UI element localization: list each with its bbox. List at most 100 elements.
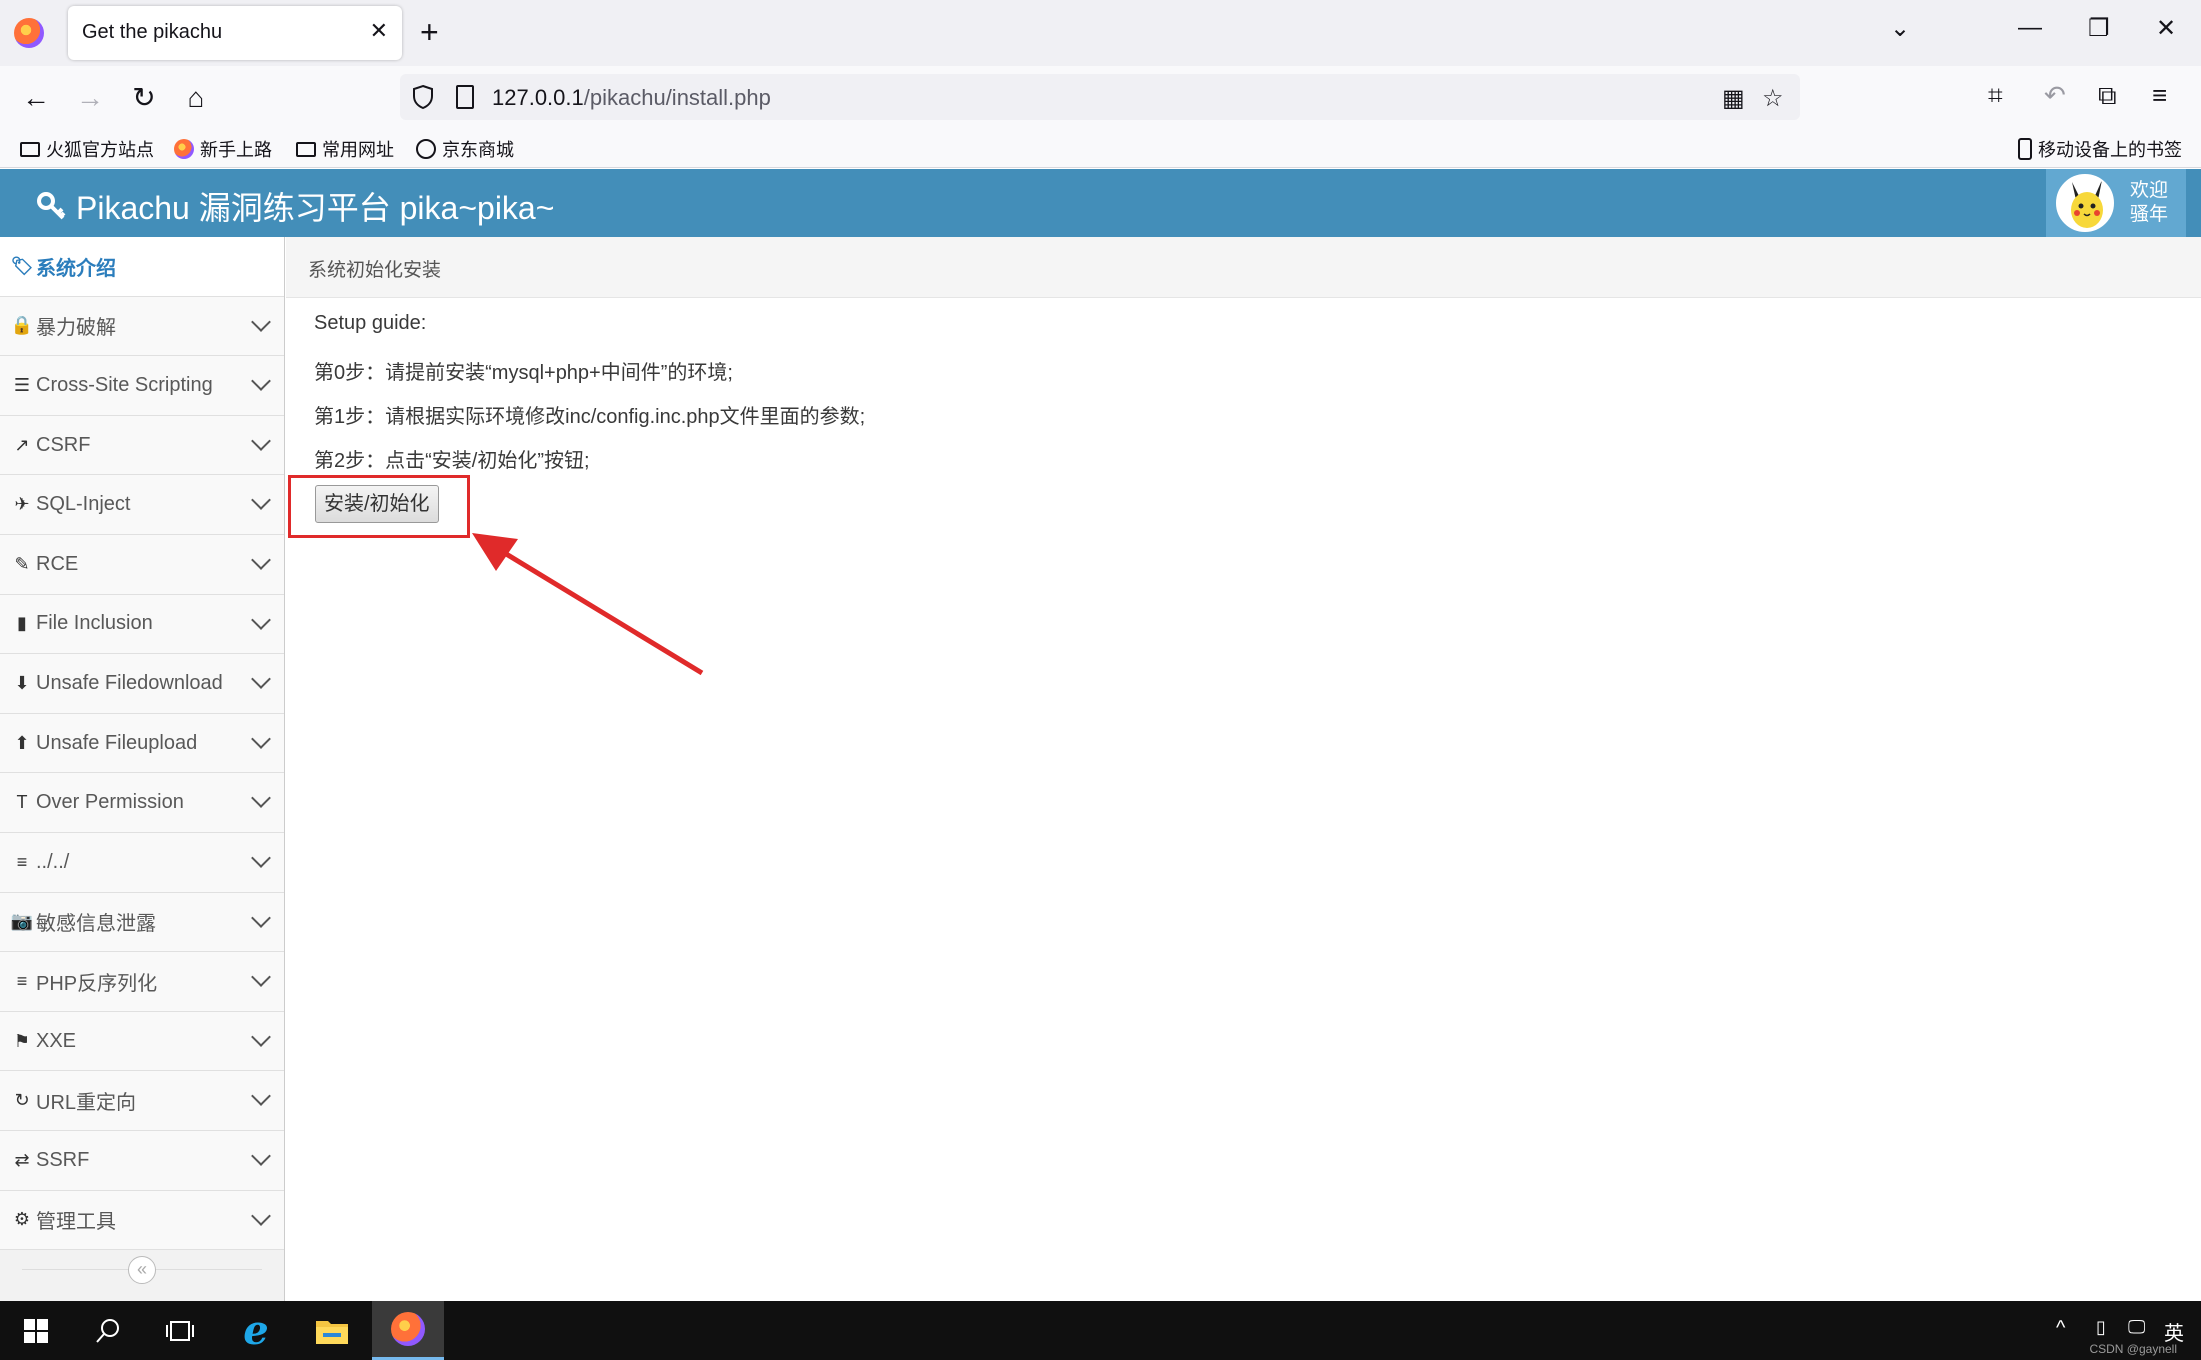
sidebar-item-fileupload[interactable]: ⬆ Unsafe Fileupload xyxy=(0,713,284,774)
close-window-button[interactable]: ✕ xyxy=(2156,14,2176,43)
sidebar-item-label: 暴力破解 xyxy=(36,317,116,340)
network-icon[interactable]: 🖵 xyxy=(2128,1317,2145,1338)
chevron-down-icon xyxy=(251,490,271,511)
chevron-down-icon xyxy=(251,550,271,570)
sidebar-item-label: 系统介绍 xyxy=(36,257,116,280)
key-icon xyxy=(37,192,66,220)
file-explorer-button[interactable] xyxy=(296,1301,368,1360)
bookmark-item[interactable]: 京东商城 xyxy=(416,136,514,162)
chevron-down-icon xyxy=(251,1026,271,1047)
qr-code-icon[interactable]: ▦ xyxy=(1722,84,1745,113)
search-button[interactable] xyxy=(72,1301,144,1360)
list-tabs-icon[interactable]: ⌄ xyxy=(1890,14,1910,43)
task-view-button[interactable] xyxy=(144,1301,216,1360)
tab-close-icon[interactable]: ✕ xyxy=(370,18,388,44)
sidebar-item-label: 敏感信息泄露 xyxy=(36,913,156,936)
download-icon: ⬇ xyxy=(14,672,30,693)
bookmark-item[interactable]: 火狐官方站点 xyxy=(20,136,154,162)
sidebar-item-admin-tools[interactable]: ⚙ 管理工具 xyxy=(0,1190,284,1251)
annotation-highlight-box xyxy=(288,475,470,538)
bookmark-label: 常用网址 xyxy=(322,140,394,160)
sidebar-item-intro[interactable]: 🏷 系统介绍 xyxy=(0,237,284,297)
plane-icon: ✈ xyxy=(14,494,30,515)
tags-icon: 🏷 xyxy=(10,255,34,276)
menu-icon[interactable]: ≡ xyxy=(2152,80,2167,111)
chevron-down-icon xyxy=(251,669,271,690)
sidebar-item-filedownload[interactable]: ⬇ Unsafe Filedownload xyxy=(0,654,284,714)
chevron-down-icon xyxy=(251,430,271,451)
home-button[interactable]: ⌂ xyxy=(176,78,216,118)
bookmark-item[interactable]: 新手上路 xyxy=(174,136,272,162)
new-tab-button[interactable]: + xyxy=(420,12,439,52)
reload-button[interactable]: ↻ xyxy=(124,78,164,118)
firefox-taskbar-button[interactable] xyxy=(372,1301,444,1360)
lock-icon: 🔒 xyxy=(10,315,34,336)
chevron-down-icon xyxy=(251,1205,271,1226)
taskbar: e ^ ▯ 🖵 英 CSDN @gaynell xyxy=(0,1301,2201,1360)
folder-icon xyxy=(296,141,316,157)
chevron-down-icon xyxy=(251,609,271,630)
gear-icon: ⚙ xyxy=(13,1209,31,1230)
site-brand[interactable]: Pikachu 漏洞练习平台 pika~pika~ xyxy=(36,183,554,229)
bookmark-label: 火狐官方站点 xyxy=(46,140,154,160)
ie-icon: e xyxy=(243,1307,269,1354)
url-path: /pikachu/install.php xyxy=(583,85,771,110)
sidebar-item-label: File Inclusion xyxy=(36,612,153,635)
sidebar-item-over-permission[interactable]: T Over Permission xyxy=(0,773,284,833)
breadcrumb: 系统初始化安装 xyxy=(286,237,2201,298)
page-info-icon[interactable] xyxy=(456,85,474,109)
sidebar-item-php-unserialize[interactable]: ≡ PHP反序列化 xyxy=(0,952,284,1012)
sidebar-item-label: Cross-Site Scripting xyxy=(36,373,213,396)
browser-tab-bar: Get the pikachu ✕ + ⌄ — ❐ ✕ xyxy=(0,0,2201,66)
battery-icon[interactable]: ▯ xyxy=(2096,1317,2106,1338)
chevron-down-icon xyxy=(251,967,271,988)
file-icon: ▮ xyxy=(17,613,27,634)
sidebar-item-bruteforce[interactable]: 🔒 暴力破解 xyxy=(0,296,284,357)
mobile-bookmarks[interactable]: 移动设备上的书签 xyxy=(2018,136,2182,162)
watermark: CSDN @gaynell xyxy=(2089,1342,2177,1356)
sidebar-item-sqli[interactable]: ✈ SQL-Inject xyxy=(0,475,284,535)
sidebar-item-url-redirect[interactable]: ↻ URL重定向 xyxy=(0,1071,284,1131)
bookmarks-bar: 火狐官方站点 新手上路 常用网址 京东商城 移动设备上的书签 xyxy=(0,128,2201,168)
chevron-down-icon xyxy=(251,848,271,868)
sidebar-item-xxe[interactable]: ⚑ XXE xyxy=(0,1011,284,1072)
internet-explorer-button[interactable]: e xyxy=(220,1301,292,1360)
firefox-icon xyxy=(174,139,194,159)
firefox-view-icon[interactable] xyxy=(14,18,44,48)
camera-icon: 📷 xyxy=(10,911,34,932)
crop-icon[interactable]: ⌗ xyxy=(1988,80,2003,112)
annotation-arrow xyxy=(472,533,704,676)
sidebar-collapse-row: « xyxy=(0,1250,284,1290)
sidebar-item-label: ../../ xyxy=(36,850,70,873)
extensions-icon[interactable]: ⧉ xyxy=(2098,80,2117,112)
user-menu[interactable]: 欢迎 骚年 xyxy=(2046,169,2186,237)
url-text[interactable]: 127.0.0.1/pikachu/install.php xyxy=(492,85,771,111)
bookmark-item[interactable]: 常用网址 xyxy=(296,136,394,162)
restore-button[interactable]: ❐ xyxy=(2088,14,2110,43)
back-button[interactable]: ← xyxy=(16,78,56,118)
shield-icon[interactable] xyxy=(412,84,434,110)
forward-button[interactable]: → xyxy=(70,78,110,118)
sidebar-item-path-traversal[interactable]: ≡ ../../ xyxy=(0,832,284,893)
sidebar-item-file-inclusion[interactable]: ▮ File Inclusion xyxy=(0,594,284,655)
sidebar-item-xss[interactable]: ☰ Cross-Site Scripting xyxy=(0,356,284,416)
minimize-button[interactable]: — xyxy=(2018,14,2042,42)
refresh-icon: ↻ xyxy=(14,1090,30,1111)
sidebar-item-ssrf[interactable]: ⇄ SSRF xyxy=(0,1130,284,1191)
sidebar-item-csrf[interactable]: ↗ CSRF xyxy=(0,415,284,476)
double-chevron-left-icon[interactable]: « xyxy=(128,1256,156,1285)
bookmark-star-icon[interactable]: ☆ xyxy=(1762,84,1784,113)
sidebar-item-label: RCE xyxy=(36,552,79,575)
start-button[interactable] xyxy=(0,1301,72,1360)
browser-tab[interactable]: Get the pikachu ✕ xyxy=(68,6,402,60)
align-left-icon: ≡ xyxy=(16,851,28,872)
sidebar-item-info-leak[interactable]: 📷 敏感信息泄露 xyxy=(0,892,284,953)
site-header: Pikachu 漏洞练习平台 pika~pika~ 欢迎 骚年 xyxy=(0,169,2201,237)
firefox-icon xyxy=(391,1312,425,1346)
url-bar[interactable]: 127.0.0.1/pikachu/install.php ▦ ☆ xyxy=(400,74,1800,120)
sidebar-item-label: XXE xyxy=(36,1029,77,1052)
undo-icon[interactable]: ↶ xyxy=(2044,80,2066,111)
sidebar-item-rce[interactable]: ✎ RCE xyxy=(0,534,284,595)
show-hidden-icons[interactable]: ^ xyxy=(2056,1317,2065,1340)
upload-icon: ⬆ xyxy=(14,732,30,753)
